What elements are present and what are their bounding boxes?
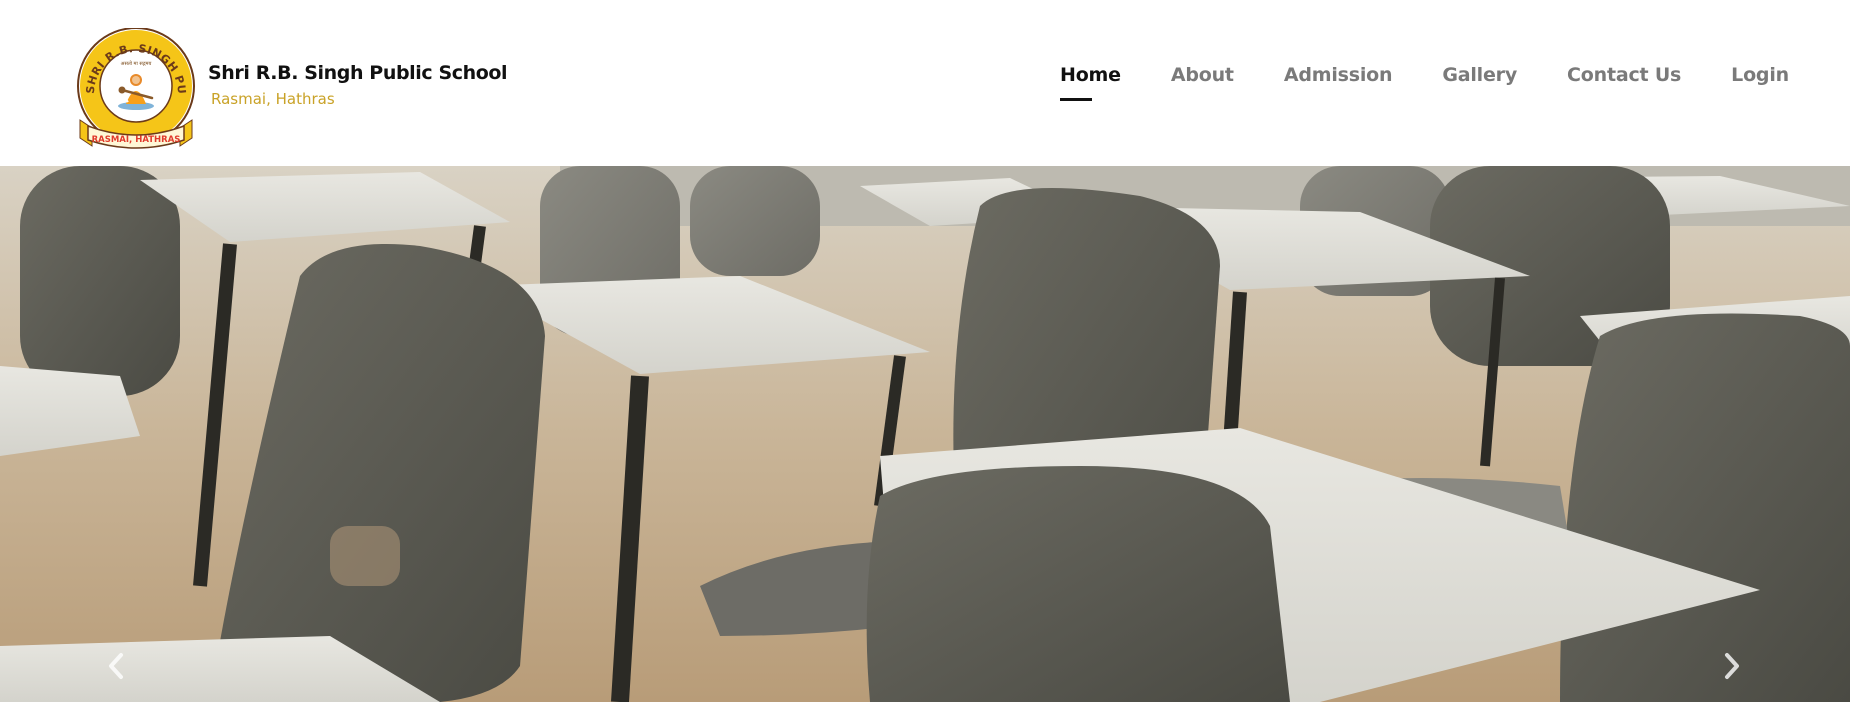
hero-carousel — [0, 166, 1850, 702]
logo-ribbon-text: RASMAI, HATHRAS — [92, 135, 181, 145]
nav-about[interactable]: About — [1171, 64, 1234, 86]
logo-motto: असतो मा सद्गमय — [121, 60, 152, 67]
classroom-desks-photo — [0, 166, 1850, 702]
nav-home[interactable]: Home — [1060, 64, 1121, 101]
carousel-prev-button[interactable] — [96, 636, 136, 696]
nav-gallery[interactable]: Gallery — [1442, 64, 1517, 86]
chevron-left-icon — [109, 653, 123, 679]
nav-login[interactable]: Login — [1731, 64, 1789, 86]
school-name: Shri R.B. Singh Public School — [208, 62, 508, 84]
nav-admission[interactable]: Admission — [1284, 64, 1393, 86]
chevron-right-icon — [1725, 653, 1739, 679]
school-location: Rasmai, Hathras — [211, 90, 335, 108]
school-logo: SHRI R.B. SINGH PUBLIC SCHOOL असतो मा सद… — [74, 28, 195, 149]
carousel-next-button[interactable] — [1712, 636, 1752, 696]
nav-contact-us[interactable]: Contact Us — [1567, 64, 1681, 86]
brand[interactable]: SHRI R.B. SINGH PUBLIC SCHOOL असतो मा सद… — [74, 28, 508, 152]
site-header: SHRI R.B. SINGH PUBLIC SCHOOL असतो मा सद… — [0, 0, 1850, 166]
main-nav: Home About Admission Gallery Contact Us … — [1060, 64, 1789, 101]
